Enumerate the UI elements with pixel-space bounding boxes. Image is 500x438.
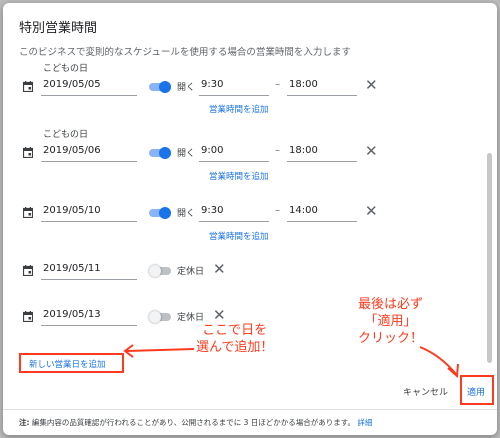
open-toggle[interactable] [149, 265, 171, 277]
holiday-label: こどもの日 [43, 64, 89, 74]
date-underline [41, 221, 137, 222]
note-label: 注: [19, 418, 30, 427]
dialog-subtitle: このビジネスで変則的なスケジュールを使用する場合の営業時間を入力します [19, 47, 351, 58]
close-time-field[interactable]: 18:00 [287, 141, 357, 163]
open-time-field[interactable]: 9:00 [199, 141, 269, 163]
status-label: 開く [177, 209, 196, 219]
apply-button[interactable]: 適用 [460, 375, 494, 405]
date-underline [41, 325, 137, 326]
cancel-button[interactable]: キャンセル [403, 385, 448, 398]
open-toggle[interactable] [149, 147, 171, 159]
close-icon[interactable]: ✕ [213, 260, 226, 278]
status-label: 開く [177, 149, 196, 159]
footer-divider [3, 409, 497, 410]
apply-label: 適用 [467, 388, 486, 398]
date-row: 2019/05/10 開く 9:30 – 14:00 ✕ [3, 201, 483, 225]
open-time-field[interactable]: 9:30 [199, 201, 269, 223]
add-hours-link[interactable]: 営業時間を追加 [209, 170, 269, 182]
add-hours-link[interactable]: 営業時間を追加 [209, 230, 269, 242]
calendar-icon[interactable] [23, 147, 33, 158]
note-text: 編集内容の品質確認が行われることがあり、公開されるまでに 3 日ほどかかる場合が… [31, 418, 356, 427]
scrollbar[interactable] [487, 153, 492, 363]
calendar-icon[interactable] [23, 265, 33, 276]
calendar-icon[interactable] [23, 311, 33, 322]
date-field[interactable]: 2019/05/06 [43, 145, 101, 156]
open-time-field[interactable]: 9:30 [199, 75, 269, 97]
date-field[interactable]: 2019/05/05 [43, 79, 101, 90]
close-time-field[interactable]: 18:00 [287, 75, 357, 97]
date-field[interactable]: 2019/05/10 [43, 205, 101, 216]
annotation-add-date: ここで日を 選んで追加！ [196, 323, 274, 355]
add-new-date-label: 新しい営業日を追加 [29, 360, 106, 370]
holiday-label: こどもの日 [43, 130, 89, 140]
status-label: 開く [177, 83, 196, 93]
date-field[interactable]: 2019/05/13 [43, 309, 101, 320]
close-icon[interactable]: ✕ [365, 142, 378, 160]
date-underline [41, 95, 137, 96]
add-new-date-button[interactable]: 新しい営業日を追加 [19, 353, 124, 373]
special-hours-dialog: 特別営業時間 このビジネスで変則的なスケジュールを使用する場合の営業時間を入力し… [3, 3, 497, 435]
date-underline [41, 161, 137, 162]
open-toggle[interactable] [149, 81, 171, 93]
date-row: 2019/05/11 定休日 ✕ [3, 259, 483, 283]
close-icon[interactable]: ✕ [365, 76, 378, 94]
time-separator: – [275, 205, 280, 216]
date-row: 2019/05/05 開く 9:30 – 18:00 ✕ [3, 75, 483, 99]
date-field[interactable]: 2019/05/11 [43, 263, 101, 274]
status-label: 定休日 [177, 267, 205, 277]
time-separator: – [275, 145, 280, 156]
date-row: 2019/05/06 開く 9:00 – 18:00 ✕ [3, 141, 483, 165]
annotation-apply: 最後は必ず 「適用」 クリック！ [358, 297, 424, 346]
footer-note: 注: 編集内容の品質確認が行われることがあり、公開されるまでに 3 日ほどかかる… [19, 417, 372, 428]
details-link[interactable]: 詳細 [357, 418, 372, 427]
calendar-icon[interactable] [23, 207, 33, 218]
close-time-field[interactable]: 14:00 [287, 201, 357, 223]
close-icon[interactable]: ✕ [365, 202, 378, 220]
open-toggle[interactable] [149, 311, 171, 323]
time-separator: – [275, 79, 280, 90]
dialog-title: 特別営業時間 [19, 21, 98, 36]
add-hours-link[interactable]: 営業時間を追加 [209, 103, 269, 115]
open-toggle[interactable] [149, 207, 171, 219]
calendar-icon[interactable] [23, 81, 33, 92]
date-underline [41, 279, 137, 280]
